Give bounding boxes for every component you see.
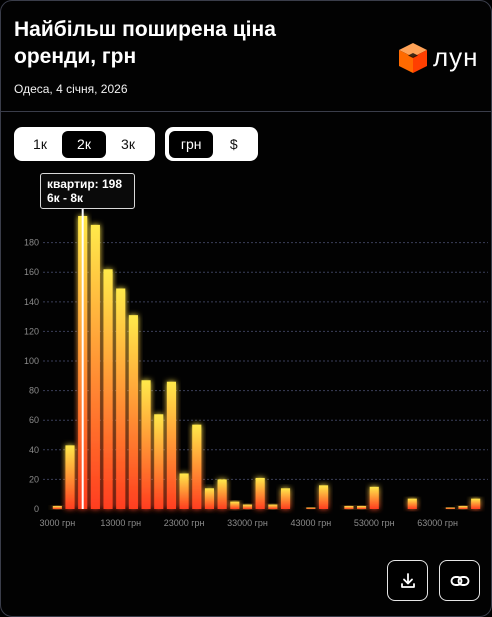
page-subtitle: Одеса, 4 січня, 2026 — [14, 82, 128, 96]
y-tick-label: 120 — [24, 326, 39, 336]
tooltip-count: квартир: 198 — [47, 177, 123, 191]
histogram-bar[interactable] — [128, 315, 138, 509]
download-icon — [400, 572, 415, 588]
histogram-bar[interactable] — [471, 498, 481, 509]
histogram-bar[interactable] — [318, 485, 329, 509]
histogram-bar[interactable] — [255, 477, 265, 509]
histogram-bar[interactable] — [280, 488, 291, 509]
tooltip-range: 6к - 8к — [47, 191, 84, 205]
histogram-bar[interactable] — [154, 414, 164, 509]
header: Найбільш поширена ціна оренди, грн Одеса… — [1, 1, 491, 112]
histogram-bar[interactable] — [90, 224, 100, 509]
share-link-button[interactable] — [439, 560, 480, 601]
price-histogram: 0 20 40 60 80 100 120 140 160 180 3000 грн 13000 г… — [24, 209, 488, 528]
chart-card: Найбільш поширена ціна оренди, грн Одеса… — [0, 0, 492, 617]
histogram-bar[interactable] — [192, 424, 202, 509]
x-tick-label: 3000 грн — [39, 518, 75, 528]
histogram-bar[interactable] — [445, 507, 455, 510]
histogram-bar[interactable] — [268, 504, 278, 509]
histogram-bar[interactable] — [407, 498, 417, 509]
bin-size-toggle: 1к 2к 3к — [14, 127, 155, 161]
download-button[interactable] — [387, 560, 428, 601]
x-tick-label: 43000 грн — [290, 518, 331, 528]
bin-size-option-2k[interactable]: 2к — [62, 130, 106, 158]
chart-bars — [52, 216, 481, 510]
bin-size-option-3k[interactable]: 3к — [106, 131, 150, 158]
y-tick-label: 60 — [29, 415, 39, 425]
bin-size-option-1k[interactable]: 1к — [18, 131, 62, 158]
x-axis-labels: 3000 грн 13000 грн 23000 грн 33000 грн 43000… — [39, 518, 458, 528]
link-icon — [450, 575, 469, 586]
bar-tooltip: квартир: 198 6к - 8к — [40, 173, 135, 209]
y-tick-label: 140 — [24, 297, 39, 307]
histogram-bar[interactable] — [166, 381, 176, 509]
currency-option-usd[interactable]: $ — [213, 131, 254, 158]
histogram-bar[interactable] — [306, 507, 316, 510]
brand-logo: лун — [397, 41, 487, 75]
x-tick-label: 13000 грн — [100, 518, 141, 528]
currency-toggle: грн $ — [165, 127, 258, 161]
histogram-bar[interactable] — [52, 506, 62, 509]
histogram-bar[interactable] — [204, 488, 215, 509]
y-tick-label: 40 — [29, 445, 39, 455]
histogram-bar[interactable] — [217, 479, 227, 509]
y-tick-label: 80 — [29, 386, 39, 396]
histogram-bar[interactable] — [242, 504, 253, 509]
histogram-bar[interactable] — [116, 288, 126, 509]
cube-logo-icon — [399, 43, 427, 73]
histogram-bar[interactable] — [369, 486, 379, 509]
histogram-bar[interactable] — [230, 501, 240, 509]
y-axis-labels: 0 20 40 60 80 100 120 140 160 180 — [24, 238, 39, 514]
y-tick-label: 0 — [34, 504, 39, 514]
x-tick-label: 23000 грн — [164, 518, 205, 528]
y-tick-label: 160 — [24, 267, 39, 277]
histogram-bar[interactable] — [65, 445, 75, 509]
y-tick-label: 180 — [24, 238, 39, 248]
page-title: Найбільш поширена ціна оренди, грн — [14, 18, 276, 68]
histogram-bar[interactable] — [357, 506, 367, 509]
histogram-bar[interactable] — [458, 506, 468, 509]
histogram-bar[interactable] — [141, 380, 151, 509]
histogram-bar[interactable] — [103, 269, 113, 509]
y-tick-label: 100 — [24, 356, 39, 366]
x-tick-label: 53000 грн — [354, 518, 395, 528]
brand-logo-text: лун — [433, 42, 479, 72]
currency-option-uah[interactable]: грн — [169, 130, 214, 158]
histogram-bar[interactable] — [344, 506, 354, 509]
histogram-bar[interactable] — [179, 473, 189, 509]
x-tick-label: 33000 грн — [227, 518, 268, 528]
y-tick-label: 20 — [29, 474, 39, 484]
x-tick-label: 63000 грн — [417, 518, 458, 528]
